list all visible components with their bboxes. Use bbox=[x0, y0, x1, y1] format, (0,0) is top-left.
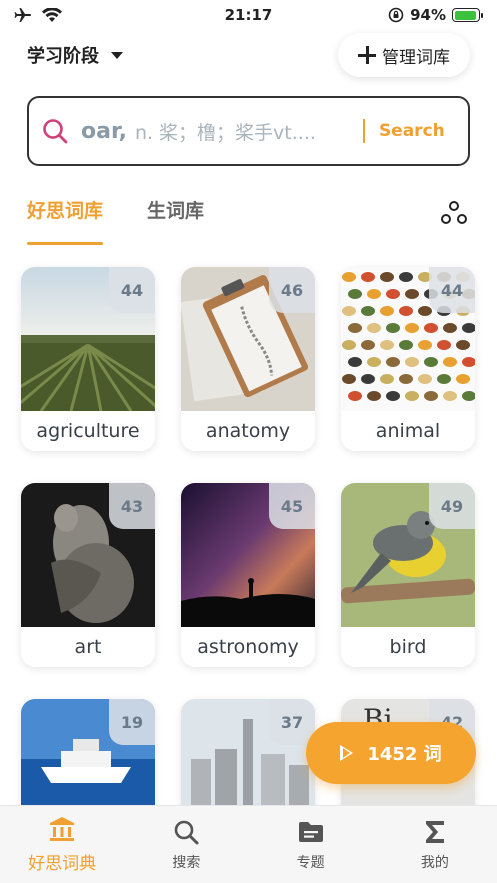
nav-label: 我的 bbox=[420, 854, 449, 871]
stage-selector[interactable]: 学习阶段 bbox=[27, 42, 123, 68]
nav-item-search[interactable]: 搜索 bbox=[124, 806, 248, 883]
card-label: animal bbox=[375, 420, 441, 442]
orientation-lock-icon bbox=[388, 7, 404, 23]
manage-library-button[interactable]: 管理词库 bbox=[338, 33, 470, 77]
play-icon bbox=[340, 745, 354, 761]
nav-label: 好思词典 bbox=[28, 854, 97, 874]
nav-label: 搜索 bbox=[172, 854, 201, 871]
search-divider bbox=[362, 119, 365, 143]
card-label: art bbox=[74, 636, 102, 658]
search-box[interactable]: oar, n. 桨；橹；桨手vt.... Search bbox=[27, 96, 470, 166]
card-agriculture[interactable]: 44 agriculture bbox=[21, 267, 155, 451]
card-count: 46 bbox=[269, 267, 315, 313]
plus-icon bbox=[358, 46, 376, 64]
tab-bar: 好思词库 生词库 bbox=[27, 196, 204, 245]
search-icon bbox=[175, 820, 199, 844]
card-bird[interactable]: 49 bird bbox=[341, 483, 475, 667]
wifi-icon bbox=[42, 7, 62, 22]
card-label: bird bbox=[389, 636, 427, 658]
status-left bbox=[14, 7, 134, 23]
airplane-icon bbox=[14, 8, 31, 22]
search-button[interactable]: Search bbox=[379, 121, 445, 141]
sigma-icon bbox=[425, 820, 444, 843]
nav-label: 专题 bbox=[296, 854, 325, 871]
caret-down-icon bbox=[111, 51, 123, 59]
status-time: 21:17 bbox=[224, 6, 273, 24]
card-count: 49 bbox=[429, 483, 475, 529]
battery-percent: 94% bbox=[410, 6, 446, 24]
card-label: astronomy bbox=[197, 636, 299, 658]
nav-item-dictionary[interactable]: 好思词典 bbox=[0, 806, 124, 883]
status-right: 94% bbox=[363, 6, 483, 24]
nav-item-mine[interactable]: 我的 bbox=[373, 806, 497, 883]
cluster-icon[interactable] bbox=[440, 200, 468, 226]
battery-icon bbox=[452, 8, 483, 22]
card-count: 43 bbox=[109, 483, 155, 529]
card-animal[interactable]: 44 animal bbox=[341, 267, 475, 451]
manage-library-label: 管理词库 bbox=[382, 47, 450, 68]
card-count: 19 bbox=[109, 699, 155, 745]
play-words-label: 1452 词 bbox=[367, 744, 442, 765]
card-count: 37 bbox=[269, 699, 315, 745]
status-bar: 21:17 94% bbox=[0, 0, 497, 30]
card-anatomy[interactable]: 46 anatomy bbox=[181, 267, 315, 451]
search-query[interactable]: oar, bbox=[81, 119, 127, 144]
tab-haosi-library[interactable]: 好思词库 bbox=[27, 196, 104, 245]
card-count: 44 bbox=[109, 267, 155, 313]
search-icon bbox=[43, 119, 68, 144]
folder-icon bbox=[298, 821, 323, 842]
card-count: 44 bbox=[429, 267, 475, 313]
tab-new-words[interactable]: 生词库 bbox=[147, 196, 204, 237]
stage-label: 学习阶段 bbox=[27, 46, 99, 67]
nav-item-topics[interactable]: 专题 bbox=[249, 806, 373, 883]
library-icon bbox=[50, 817, 75, 841]
card-label: agriculture bbox=[36, 420, 140, 442]
search-hint: n. 桨；橹；桨手vt.... bbox=[134, 121, 316, 144]
play-words-button[interactable]: 1452 词 bbox=[306, 722, 476, 784]
card-label: anatomy bbox=[205, 420, 291, 442]
card-astronomy[interactable]: 45 astronomy bbox=[181, 483, 315, 667]
card-count: 45 bbox=[269, 483, 315, 529]
bottom-nav: 好思词典 搜索 专题 我的 bbox=[0, 805, 497, 883]
card-art[interactable]: 43 art bbox=[21, 483, 155, 667]
